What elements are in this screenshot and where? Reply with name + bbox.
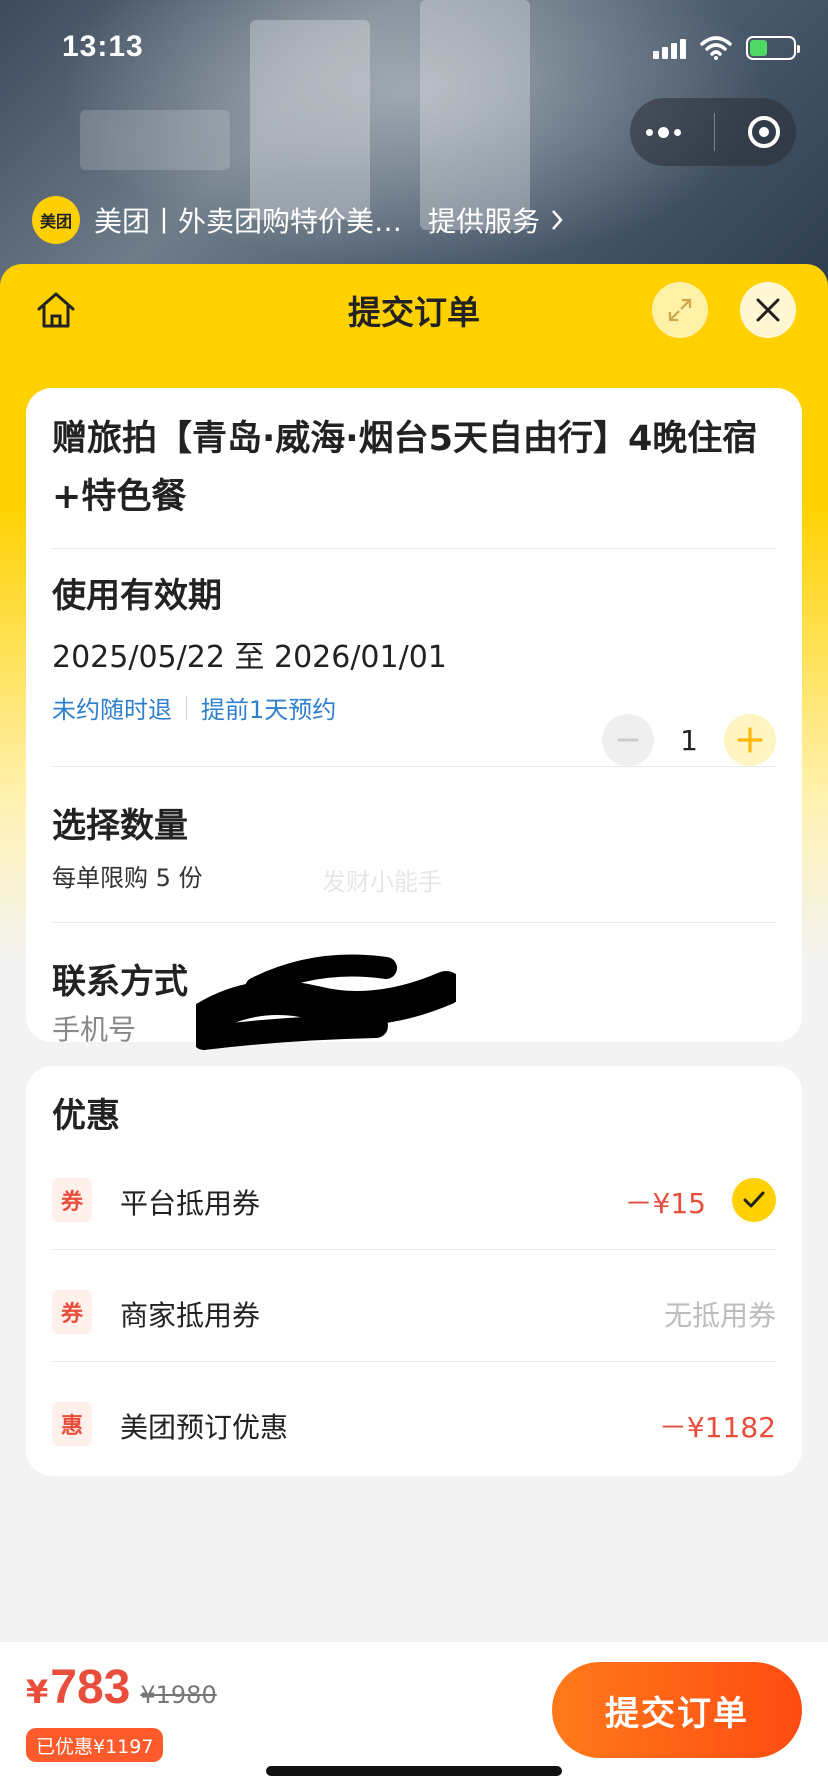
status-icons (653, 36, 800, 60)
submit-order-button[interactable]: 提交订单 (552, 1662, 802, 1758)
quantity-stepper: 1 (602, 714, 776, 766)
battery-icon (746, 36, 800, 60)
discount-name: 平台抵用券 (120, 1187, 261, 1220)
validity-dates: 2025/05/22 至 2026/01/01 (52, 640, 447, 675)
order-sheet: 提交订单 赠旅拍【青岛·威海·烟台5天自由行】4晚住宿+特色餐 使用有效期 20… (0, 264, 828, 1792)
meituan-logo: 美团 (32, 196, 80, 244)
divider (52, 1361, 776, 1362)
total-price: ¥ 783 ¥1980 (26, 1660, 217, 1715)
chevron-right-icon (552, 210, 563, 230)
quantity-value: 1 (680, 723, 698, 757)
checkmark-icon (743, 1191, 765, 1208)
discount-amount: 无抵用券 (663, 1299, 776, 1332)
original-price: ¥1980 (140, 1681, 217, 1709)
purchase-limit: 每单限购 5 份 (52, 864, 203, 892)
wifi-icon (700, 36, 732, 60)
divider (52, 548, 776, 549)
status-time: 13:13 (62, 30, 144, 63)
booking-policy-tag: 提前1天预约 (201, 696, 337, 724)
coupon-tag: 券 (52, 1290, 92, 1334)
product-title: 赠旅拍【青岛·威海·烟台5天自由行】4晚住宿+特色餐 (52, 419, 758, 517)
divider (52, 766, 776, 767)
expand-button[interactable] (652, 282, 708, 338)
discount-title: 优惠 (52, 1096, 120, 1136)
divider (52, 1249, 776, 1250)
merchant-coupon-row[interactable]: 券 商家抵用券 无抵用券 (52, 1262, 776, 1362)
close-miniprogram-icon[interactable] (747, 116, 780, 148)
validity-label: 使用有效期 (52, 576, 222, 616)
mini-program-capsule (630, 98, 796, 166)
redacted-phone-scribble (196, 954, 456, 1050)
home-indicator (266, 1766, 562, 1776)
discount-amount: －¥1182 (658, 1411, 776, 1444)
increase-quantity-button[interactable] (724, 714, 776, 766)
coupon-tag: 券 (52, 1178, 92, 1222)
currency-symbol: ¥ (26, 1673, 49, 1711)
watermark-text: 发财小能手 (322, 868, 442, 896)
minus-icon (617, 738, 639, 742)
discount-name: 美团预订优惠 (120, 1411, 289, 1444)
phone-label: 手机号 (52, 1013, 137, 1046)
platform-coupon-row[interactable]: 券 平台抵用券 －¥15 (52, 1150, 776, 1250)
order-info-card: 赠旅拍【青岛·威海·烟台5天自由行】4晚住宿+特色餐 使用有效期 2025/05… (26, 388, 802, 1050)
cellular-signal-icon (653, 37, 686, 59)
contact-label: 联系方式 (52, 962, 188, 1002)
decrease-quantity-button[interactable] (602, 714, 654, 766)
expand-icon (668, 298, 692, 322)
booking-discount-row: 惠 美团预订优惠 －¥1182 (52, 1374, 776, 1474)
discount-tag: 惠 (52, 1402, 92, 1446)
price-value: 783 (50, 1661, 131, 1714)
close-button[interactable] (740, 282, 796, 338)
discount-amount: －¥15 (624, 1187, 706, 1220)
policy-tags: 未约随时退 提前1天预约 (52, 690, 336, 725)
coupon-checkbox[interactable] (732, 1178, 776, 1222)
close-icon (756, 298, 780, 322)
more-icon[interactable] (646, 126, 682, 138)
refund-policy-tag: 未约随时退 (52, 696, 172, 724)
plus-icon (737, 727, 763, 753)
mini-program-name: 美团丨外卖团购特价美… (94, 205, 403, 238)
status-bar: 13:13 (0, 0, 828, 100)
quantity-label: 选择数量 (52, 806, 188, 846)
discount-name: 商家抵用券 (120, 1299, 261, 1332)
sheet-header: 提交订单 (0, 264, 828, 354)
service-provider-label: 提供服务 (428, 205, 541, 238)
savings-badge: 已优惠¥1197 (26, 1728, 164, 1762)
mini-program-bar[interactable]: 美团 美团丨外卖团购特价美… 提供服务 (32, 196, 564, 244)
divider (52, 922, 776, 923)
discount-card: 优惠 券 平台抵用券 －¥15 券 商家抵用券 无抵用券 惠 美团预订优惠 －¥… (26, 1066, 802, 1476)
